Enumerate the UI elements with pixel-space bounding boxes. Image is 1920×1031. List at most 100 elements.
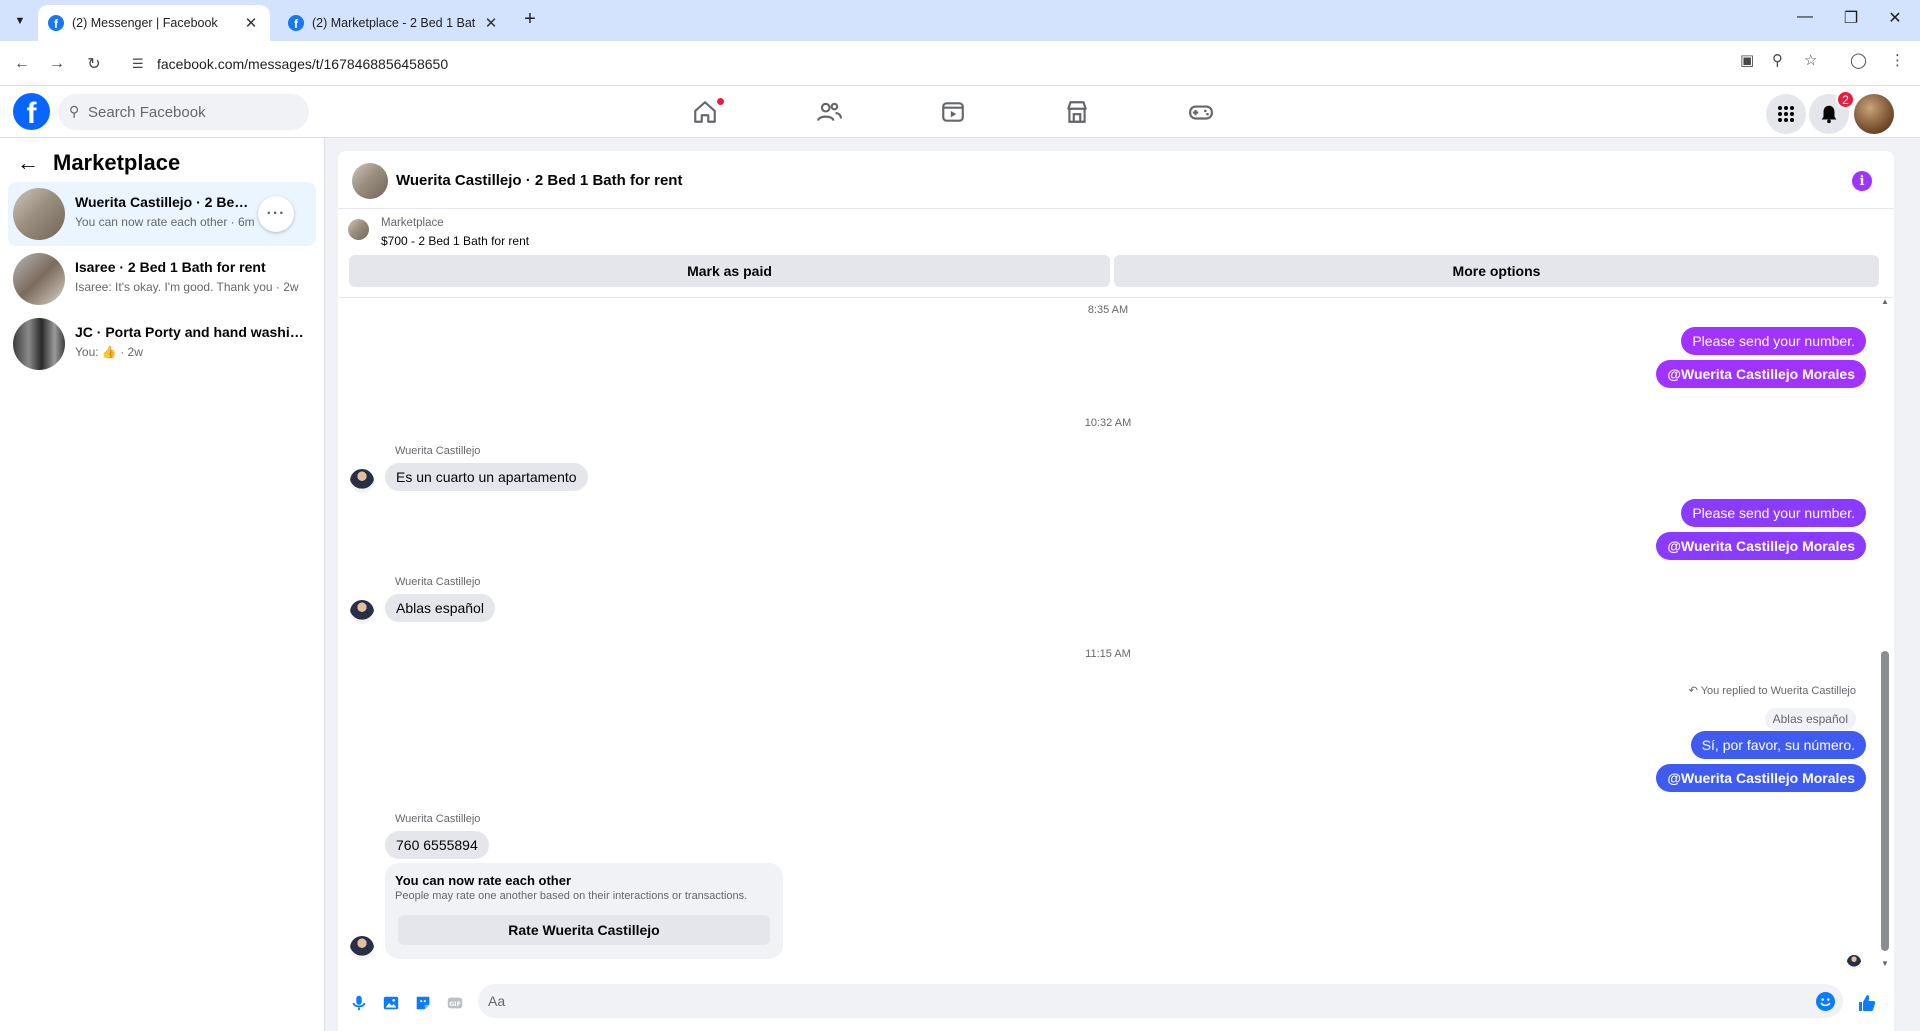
svg-text:GIF: GIF	[449, 1001, 461, 1008]
outgoing-mention[interactable]: @Wuerita Castillejo Morales	[1656, 532, 1866, 560]
notifications-button[interactable]: 2	[1809, 90, 1855, 134]
listing-thumbnail	[13, 253, 65, 305]
conversation-item[interactable]: Isaree · 2 Bed 1 Bath for rent Isaree: I…	[8, 247, 316, 311]
tab-title: (2) Marketplace - 2 Bed 1 Bath for rent	[312, 16, 476, 30]
reply-note: ↶ You replied to Wuerita Castillejo	[1689, 684, 1856, 697]
reply-note-text: You replied to Wuerita Castillejo	[1700, 685, 1856, 697]
browser-tab-messenger[interactable]: f (2) Messenger | Facebook ✕	[38, 5, 270, 41]
sender-name: Wuerita Castillejo	[395, 445, 481, 457]
sender-avatar[interactable]	[350, 936, 374, 960]
listing-thumbnail	[348, 219, 369, 240]
close-tab-icon[interactable]: ✕	[242, 14, 260, 32]
photo-icon[interactable]	[380, 992, 402, 1014]
more-options-button[interactable]: More options	[1114, 255, 1879, 287]
search-box[interactable]: ⚲	[58, 94, 309, 130]
close-tab-icon[interactable]: ✕	[482, 14, 500, 32]
conversation-name: Isaree · 2 Bed 1 Bath for rent	[75, 259, 266, 275]
message-input-box[interactable]	[478, 984, 1843, 1018]
home-notification-dot	[717, 98, 724, 105]
sender-avatar[interactable]	[350, 469, 374, 493]
outgoing-mention[interactable]: @Wuerita Castillejo Morales	[1656, 360, 1866, 388]
conversation-item[interactable]: Wuerita Castillejo · 2 Bed 1 Bath for re…	[8, 182, 316, 246]
gif-icon[interactable]: GIF	[444, 992, 466, 1014]
message-scrollbar[interactable]: ▲ ▼	[1881, 297, 1889, 968]
sticker-icon[interactable]	[412, 992, 434, 1014]
conversation-more-button[interactable]: ···	[258, 196, 294, 232]
nav-marketplace[interactable]	[1022, 90, 1132, 134]
emoji-icon[interactable]	[1816, 992, 1835, 1011]
conversation-name: JC · Porta Porty and hand washing...	[75, 324, 305, 340]
quoted-message[interactable]: Ablas español	[1764, 708, 1856, 730]
scroll-down-icon[interactable]: ▼	[1881, 959, 1889, 968]
thumbs-up-icon[interactable]	[1856, 992, 1878, 1014]
restore-icon[interactable]: ❐	[1836, 8, 1866, 28]
rate-card-title: You can now rate each other	[395, 873, 572, 888]
friends-icon	[817, 102, 842, 122]
sidebar-title: Marketplace	[53, 150, 181, 175]
incoming-message[interactable]: Ablas español	[385, 594, 495, 622]
video-icon	[942, 102, 964, 122]
reload-icon[interactable]: ↻	[82, 52, 106, 76]
conversation-item[interactable]: JC · Porta Porty and hand washing... You…	[8, 312, 316, 376]
reply-arrow-icon: ↶	[1688, 685, 1698, 697]
outgoing-message[interactable]: Please send your number.	[1681, 499, 1866, 527]
browser-tab-marketplace[interactable]: f (2) Marketplace - 2 Bed 1 Bath for ren…	[278, 5, 510, 41]
conversation-name: Wuerita Castillejo · 2 Bed 1 Bath for re…	[75, 194, 253, 210]
search-input[interactable]	[88, 94, 298, 130]
info-icon[interactable]: i	[1852, 171, 1872, 191]
sidebar-header: ← Marketplace	[17, 150, 180, 176]
nav-video[interactable]	[898, 90, 1008, 134]
bookmark-star-icon[interactable]: ☆	[1804, 51, 1817, 69]
outgoing-message[interactable]: Please send your number.	[1681, 327, 1866, 355]
chat-avatar[interactable]	[352, 163, 388, 199]
outgoing-message[interactable]: Sí, por favor, su número.	[1690, 731, 1866, 759]
microphone-icon[interactable]	[348, 992, 370, 1014]
notifications-badge: 2	[1836, 90, 1855, 109]
menu-button[interactable]	[1766, 94, 1806, 134]
mark-as-paid-button[interactable]: Mark as paid	[349, 255, 1110, 287]
tab-search-dropdown[interactable]: ▼	[8, 9, 32, 33]
listing-price: $700 - 2 Bed 1 Bath for rent	[381, 234, 530, 248]
timestamp: 8:35 AM	[1087, 304, 1129, 316]
back-icon[interactable]: ←	[10, 52, 34, 76]
message-input[interactable]	[488, 984, 1798, 1018]
marketplace-icon	[1067, 101, 1087, 123]
chat-title[interactable]: Wuerita Castillejo · 2 Bed 1 Bath for re…	[396, 172, 682, 189]
menu-kebab-icon[interactable]: ⋮	[1890, 51, 1905, 69]
account-avatar[interactable]	[1854, 94, 1894, 134]
minimize-icon[interactable]: —	[1790, 8, 1820, 26]
url-text[interactable]: facebook.com/messages/t/1678468856458650	[157, 56, 448, 72]
nav-gaming[interactable]	[1146, 90, 1256, 134]
nav-home[interactable]	[650, 90, 760, 134]
bell-icon	[1821, 105, 1837, 124]
profile-icon[interactable]: ◯	[1850, 51, 1867, 69]
back-arrow-icon[interactable]: ←	[17, 150, 39, 176]
nav-friends[interactable]	[774, 90, 884, 134]
conversation-snippet: You: 👍 · 2w	[75, 345, 143, 359]
address-bar[interactable]: ☰ facebook.com/messages/t/16784688564586…	[122, 47, 1782, 81]
sender-avatar[interactable]	[350, 600, 374, 624]
chat-header: Wuerita Castillejo · 2 Bed 1 Bath for re…	[338, 151, 1894, 209]
close-window-icon[interactable]: ✕	[1880, 8, 1910, 28]
outgoing-mention[interactable]: @Wuerita Castillejo Morales	[1656, 764, 1866, 792]
listing-thumbnail	[13, 318, 65, 370]
zoom-icon[interactable]: ⚲	[1772, 51, 1783, 69]
incoming-message[interactable]: 760 6555894	[385, 831, 489, 859]
tab-title: (2) Messenger | Facebook	[72, 16, 218, 30]
facebook-favicon-icon: f	[288, 15, 304, 31]
forward-icon[interactable]: →	[45, 52, 69, 76]
scroll-thumb[interactable]	[1881, 651, 1889, 951]
marketplace-sidebar: ← Marketplace Wuerita Castillejo · 2 Bed…	[0, 138, 325, 1031]
rate-user-button[interactable]: Rate Wuerita Castillejo	[398, 915, 770, 945]
install-app-icon[interactable]: ▣	[1740, 51, 1754, 69]
new-tab-button[interactable]: +	[518, 8, 542, 31]
site-settings-icon[interactable]: ☰	[132, 56, 148, 72]
chat-panel: Wuerita Castillejo · 2 Bed 1 Bath for re…	[338, 151, 1894, 1031]
conversation-snippet: Isaree: It's okay. I'm good. Thank you ·…	[75, 280, 299, 294]
scroll-up-icon[interactable]: ▲	[1881, 297, 1889, 306]
listing-thumbnail	[13, 188, 65, 240]
facebook-logo-icon[interactable]: f	[13, 93, 50, 130]
browser-toolbar: ← → ↻ ☰ facebook.com/messages/t/16784688…	[0, 41, 1920, 86]
sender-name: Wuerita Castillejo	[395, 813, 481, 825]
incoming-message[interactable]: Es un cuarto un apartamento	[385, 463, 588, 491]
